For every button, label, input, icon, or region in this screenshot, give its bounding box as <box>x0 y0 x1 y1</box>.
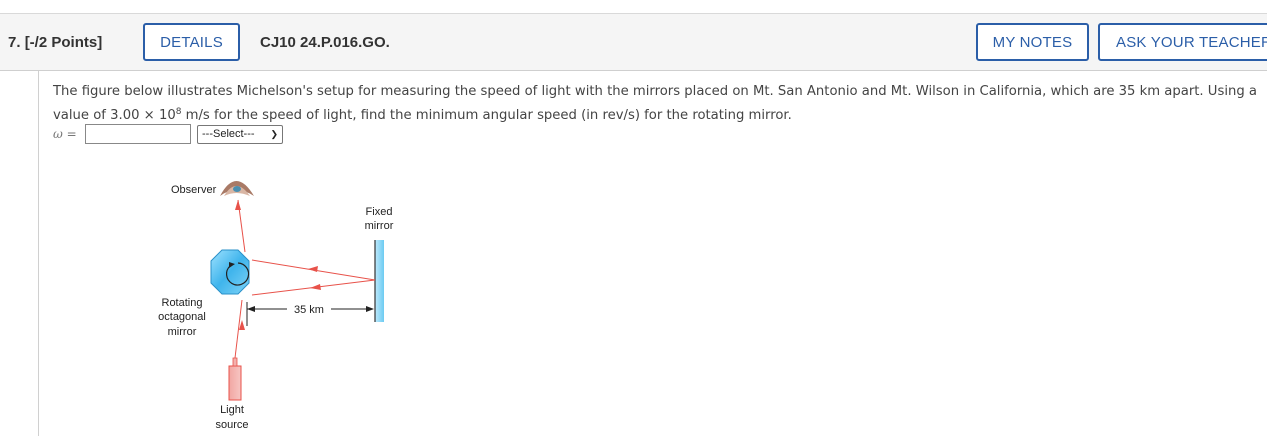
times-symbol: × <box>143 108 155 123</box>
fixed-mirror-label-2: mirror <box>365 220 394 232</box>
michelson-figure: Observer Fixed mirror Light source Rotat… <box>158 181 394 431</box>
my-notes-button[interactable]: MY NOTES <box>976 23 1089 61</box>
problem-text-part-2: m/s for the speed of light, find the min… <box>181 108 792 123</box>
units-select[interactable]: ---Select--- ❯ <box>197 124 283 144</box>
eye-icon <box>220 181 254 196</box>
problem-text: The figure below illustrates Michelson's… <box>53 80 1258 128</box>
light-source-label-1: Light <box>220 404 244 416</box>
distance-arrow-right <box>366 306 374 312</box>
chevron-down-icon: ❯ <box>270 128 278 139</box>
question-points: [-/2 Points] <box>24 34 103 51</box>
distance-arrow-left <box>247 306 255 312</box>
rotating-mirror-label-2: octagonal <box>158 311 206 323</box>
omega-answer-input[interactable] <box>85 124 191 144</box>
octagonal-mirror <box>210 249 250 295</box>
content-left-border <box>38 71 39 436</box>
fixed-mirror-label-1: Fixed <box>366 206 393 218</box>
ask-teacher-button[interactable]: ASK YOUR TEACHER <box>1098 23 1267 61</box>
observer-label: Observer <box>171 184 217 196</box>
omega-label: ω = <box>53 127 77 141</box>
distance-label: 35 km <box>294 304 324 316</box>
rotating-mirror-label-3: mirror <box>168 326 197 338</box>
light-source-label-2: source <box>215 419 248 431</box>
light-source <box>228 365 242 401</box>
light-beams <box>234 199 376 359</box>
rotating-mirror-label-1: Rotating <box>162 297 203 309</box>
question-code: CJ10 24.P.016.GO. <box>260 34 390 51</box>
answer-row: ω = ---Select--- ❯ <box>53 124 283 144</box>
question-number: 7. [-/2 Points] <box>8 34 102 51</box>
question-header: 7. [-/2 Points] DETAILS CJ10 24.P.016.GO… <box>0 14 1267 71</box>
light-source-nozzle <box>232 357 238 367</box>
question-number-text: 7. <box>8 34 21 51</box>
power-base: 10 <box>158 108 176 123</box>
details-button[interactable]: DETAILS <box>143 23 240 61</box>
units-select-value: ---Select--- <box>202 128 255 140</box>
fixed-mirror <box>375 240 384 322</box>
